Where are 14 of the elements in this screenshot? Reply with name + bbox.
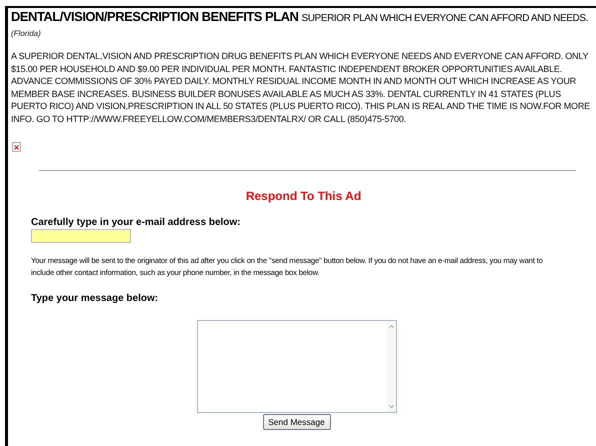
- location-text: (Florida): [11, 29, 42, 38]
- scrollbar[interactable]: [386, 320, 396, 412]
- scroll-down-icon[interactable]: [388, 404, 394, 408]
- ad-subtitle: SUPERIOR PLAN WHICH EVERYONE CAN AFFORD AND NEEDS.: [301, 13, 588, 24]
- send-message-button[interactable]: Send Message: [262, 414, 330, 430]
- message-label: Type your message below:: [31, 292, 160, 304]
- respond-heading: Respond To This Ad: [244, 188, 362, 203]
- email-label: Carefully type in your e-mail address below:: [31, 216, 242, 228]
- ad-body-text: A SUPERIOR DENTAL,VISION AND PRESCRIPTION DRUG BENEFITS PLAN WHICH EVERYONE NEEDS AND EVERYONE CAN AFFORD. ONLY $15.00 PER HOUSEHOLD AND $9.00 PER INDIVIDUAL PER MONTH. FANTASTIC INDEPENDENT BROKER OPPORTUNITIES AVAILABLE. ADVANCE COMMISSIONS OF 30% PAYED DAILY. MONTHLY RESIDUAL INCOME MONTH IN AND MONTH OUT WHICH INCREASE AS YOUR MEMBER BASE INCREASES. BUSINESS BUILDER BONUSES AVAILABLE AS MUCH AS 33%. DENTAL CURRENTLY IN 41 STATES (PLUS PUERTO RICO) AND VISION,PRESCRIPTION IN ALL 50 STATES (PLUS PUERTO RICO). THIS PLAN IS REAL AND THE TIME IS NOW.FOR MORE INFO. GO TO HTTP://WWW.FREEYELLOW.COM/MEMBERS3/DENTALRX/ OR CALL (850)475-5700.: [11, 50, 591, 126]
- message-text-area[interactable]: [196, 320, 396, 413]
- ad-title: DENTAL/VISION/PRESCRIPTION BENEFITS PLAN: [11, 9, 298, 24]
- broken-image-icon: [12, 142, 21, 152]
- scroll-up-icon[interactable]: [388, 324, 394, 328]
- email-input-field[interactable]: [31, 228, 131, 243]
